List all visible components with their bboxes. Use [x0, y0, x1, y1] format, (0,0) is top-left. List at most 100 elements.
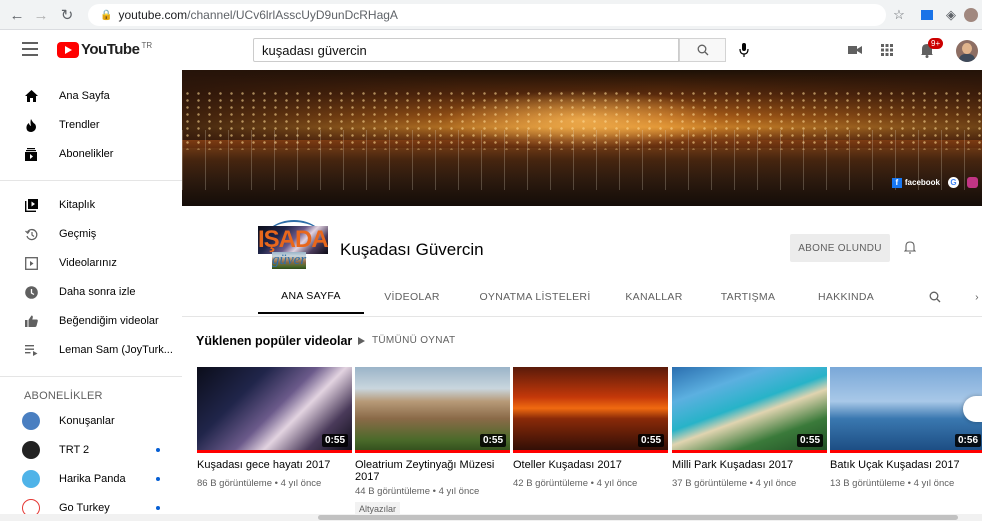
- instagram-icon[interactable]: [967, 177, 978, 188]
- star-icon[interactable]: ☆: [890, 6, 908, 24]
- puzzle-icon[interactable]: ◈: [942, 6, 960, 24]
- fire-icon: [22, 116, 40, 134]
- subscription-item[interactable]: Konuşanlar: [0, 407, 182, 435]
- reload-icon[interactable]: ↻: [56, 4, 78, 26]
- video-thumbnail[interactable]: 0:55: [672, 367, 827, 453]
- extension-blue-icon[interactable]: [918, 6, 936, 24]
- subscription-item[interactable]: Harika Panda: [0, 465, 182, 493]
- channel-search-icon[interactable]: [922, 280, 948, 314]
- sidebar-item-subscriptions[interactable]: Abonelikler: [0, 140, 182, 168]
- tab-channels[interactable]: KANALLAR: [616, 280, 692, 314]
- user-avatar[interactable]: [956, 40, 978, 62]
- profile-icon[interactable]: [962, 6, 980, 24]
- video-card[interactable]: 0:55 Kuşadası gece hayatı 2017 86 B görü…: [197, 367, 352, 489]
- watched-progress-bar: [197, 450, 352, 453]
- watched-progress-bar: [355, 450, 510, 453]
- play-all-button[interactable]: TÜMÜNÜ OYNAT: [358, 335, 455, 346]
- sidebar-item-liked-videos[interactable]: Beğendiğim videolar: [0, 307, 182, 335]
- sidebar-divider: [0, 376, 182, 377]
- scrollbar-thumb[interactable]: [318, 515, 958, 520]
- sidebar-item-label: Geçmiş: [59, 228, 97, 240]
- url-path: /channel/UCv6lrlAsscUyD9unDcRHagA: [187, 8, 398, 22]
- playlist-icon: [22, 341, 40, 359]
- banner-links: f facebook G: [891, 177, 978, 188]
- facebook-link[interactable]: f facebook: [891, 177, 940, 188]
- video-title[interactable]: Batık Uçak Kuşadası 2017: [830, 459, 982, 471]
- facebook-label: facebook: [904, 178, 940, 187]
- subscription-label: Konuşanlar: [59, 415, 115, 427]
- video-duration: 0:55: [479, 434, 506, 447]
- subscription-item[interactable]: TRT 2: [0, 436, 182, 464]
- video-card[interactable]: 0:55 Oteller Kuşadası 2017 42 B görüntül…: [513, 367, 668, 489]
- video-meta: 42 B görüntüleme • 4 yıl önce: [513, 478, 638, 489]
- subscription-label: Harika Panda: [59, 473, 126, 485]
- youtube-play-icon: [57, 41, 79, 58]
- tab-about[interactable]: HAKKINDA: [806, 280, 886, 314]
- video-thumbnail[interactable]: 0:55: [197, 367, 352, 453]
- channel-tabs: ANA SAYFA VİDEOLAR OYNATMA LİSTELERİ KAN…: [182, 280, 982, 316]
- video-thumbnail[interactable]: 0:56: [830, 367, 982, 453]
- tab-playlists[interactable]: OYNATMA LİSTELERİ: [472, 280, 598, 314]
- watched-progress-bar: [513, 450, 668, 453]
- sidebar-item-library[interactable]: Kitaplık: [0, 191, 182, 219]
- tab-discussion[interactable]: TARTIŞMA: [708, 280, 788, 314]
- sidebar-item-label: Daha sonra izle: [59, 286, 136, 298]
- video-title[interactable]: Kuşadası gece hayatı 2017: [197, 459, 352, 471]
- video-duration: 0:55: [321, 434, 348, 447]
- video-thumbnail[interactable]: 0:55: [355, 367, 510, 453]
- menu-icon[interactable]: [22, 42, 38, 56]
- logo-region: TR: [141, 41, 153, 50]
- apps-grid-icon[interactable]: [878, 41, 896, 59]
- video-thumbnail[interactable]: 0:55: [513, 367, 668, 453]
- video-meta: 13 B görüntüleme • 4 yıl önce: [830, 478, 955, 489]
- channel-banner: f facebook G: [182, 70, 982, 206]
- shelf-next-arrow[interactable]: [963, 396, 982, 422]
- subscribed-button[interactable]: ABONE OLUNDU: [790, 234, 890, 262]
- sidebar-item-history[interactable]: Geçmiş: [0, 220, 182, 248]
- video-card[interactable]: 0:55 Oleatrium Zeytinyağı Müzesi 2017 44…: [355, 367, 510, 517]
- video-title[interactable]: Oteller Kuşadası 2017: [513, 459, 668, 471]
- new-content-dot: [156, 448, 160, 452]
- sidebar-item-label: Videolarınız: [59, 257, 117, 269]
- search-button[interactable]: [679, 38, 726, 62]
- tab-home[interactable]: ANA SAYFA: [258, 280, 364, 314]
- video-meta: 44 B görüntüleme • 4 yıl önce: [355, 486, 480, 497]
- notification-bell-icon[interactable]: [901, 237, 919, 257]
- google-icon[interactable]: G: [948, 177, 959, 188]
- sidebar-item-label: Ana Sayfa: [59, 90, 110, 102]
- watched-progress-bar: [672, 450, 827, 453]
- video-title[interactable]: Oleatrium Zeytinyağı Müzesi 2017: [355, 459, 510, 483]
- video-card[interactable]: 0:56 Batık Uçak Kuşadası 2017 13 B görün…: [830, 367, 982, 489]
- forward-icon[interactable]: →: [30, 4, 52, 26]
- sidebar-item-home[interactable]: Ana Sayfa: [0, 82, 182, 110]
- logo-text-top: IŞADA: [258, 226, 329, 254]
- youtube-logo[interactable]: YouTube TR: [57, 41, 152, 58]
- channel-name: Kuşadası Güvercin: [340, 240, 484, 259]
- sidebar-item-trending[interactable]: Trendler: [0, 111, 182, 139]
- video-card[interactable]: 0:55 Milli Park Kuşadası 2017 37 B görün…: [672, 367, 827, 489]
- sidebar-item-playlist[interactable]: Leman Sam (JoyTurk...: [0, 336, 182, 364]
- video-title[interactable]: Milli Park Kuşadası 2017: [672, 459, 827, 471]
- history-icon: [22, 225, 40, 243]
- create-video-icon[interactable]: [846, 41, 864, 59]
- tabs-scroll-right-icon[interactable]: ›: [972, 280, 982, 314]
- tab-videos[interactable]: VİDEOLAR: [368, 280, 456, 314]
- watched-progress-bar: [830, 450, 982, 453]
- subscription-label: Go Turkey: [59, 502, 110, 514]
- microphone-icon[interactable]: [735, 40, 753, 60]
- back-icon[interactable]: ←: [6, 4, 28, 26]
- browser-toolbar: ← → ↻ 🔒 youtube.com/channel/UCv6lrlAsscU…: [0, 0, 982, 30]
- sidebar-item-watch-later[interactable]: Daha sonra izle: [0, 278, 182, 306]
- sidebar-item-label: Kitaplık: [59, 199, 96, 211]
- sidebar-item-your-videos[interactable]: Videolarınız: [0, 249, 182, 277]
- search-input[interactable]: kuşadası güvercin: [253, 38, 679, 62]
- url-host: youtube.com: [118, 8, 188, 22]
- search-icon: [697, 44, 708, 56]
- lock-icon: 🔒: [100, 9, 113, 21]
- sidebar-item-label: Leman Sam (JoyTurk...: [59, 344, 173, 356]
- logo-wordmark: YouTube: [81, 41, 140, 58]
- horizontal-scrollbar[interactable]: [0, 514, 982, 521]
- address-bar[interactable]: 🔒 youtube.com/channel/UCv6lrlAsscUyD9unD…: [88, 4, 886, 26]
- sidebar-item-label: Beğendiğim videolar: [59, 315, 159, 327]
- channel-logo: IŞADA güver: [258, 218, 329, 274]
